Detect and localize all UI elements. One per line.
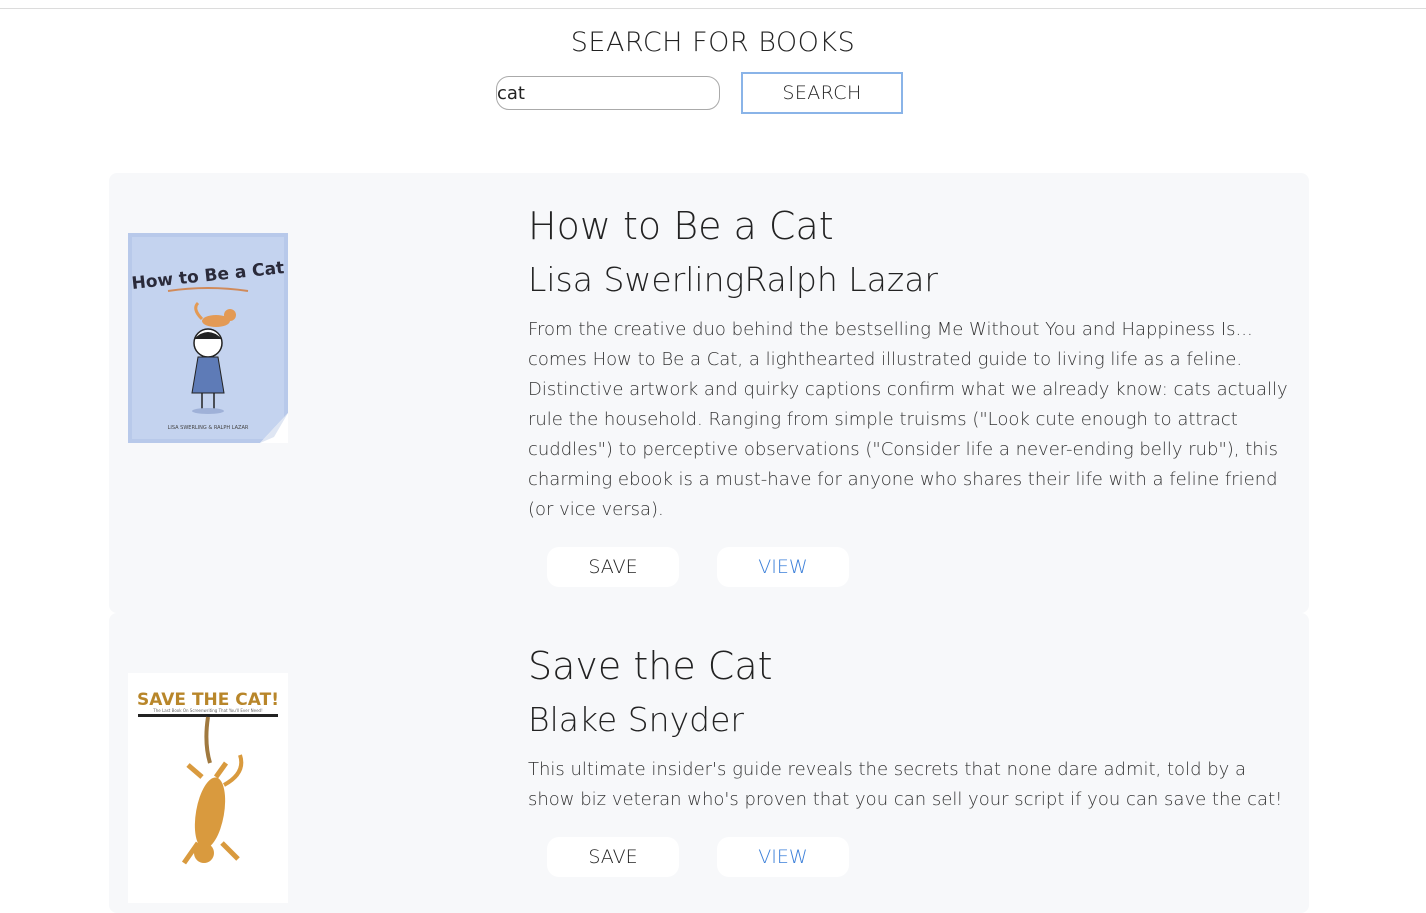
cover-caption: LISA SWERLING & RALPH LAZAR — [168, 425, 249, 431]
save-button[interactable]: SAVE — [547, 547, 679, 587]
view-button[interactable]: VIEW — [717, 547, 849, 587]
book-card: SAVE THE CAT! The Last Book On Screenwri… — [109, 613, 1309, 913]
book-authors: Blake Snyder — [528, 700, 744, 739]
save-button[interactable]: SAVE — [547, 837, 679, 877]
search-row: SEARCH — [0, 72, 1426, 114]
view-button[interactable]: VIEW — [717, 837, 849, 877]
book-description: From the creative duo behind the bestsel… — [528, 319, 1288, 520]
cover-illustration: SAVE THE CAT! The Last Book On Screenwri… — [128, 673, 288, 903]
book-actions: SAVE VIEW — [528, 547, 1288, 587]
book-cover-image: How to Be a Cat LISA SWERLING & RALPH LA… — [128, 233, 288, 443]
book-actions: SAVE VIEW — [528, 837, 1288, 877]
cover-title-text: SAVE THE CAT! — [137, 690, 279, 710]
search-heading: SEARCH FOR BOOKS — [570, 27, 856, 58]
book-description: This ultimate insider's guide reveals th… — [528, 759, 1283, 810]
cover-caption: The Last Book On Screenwriting That You'… — [152, 708, 262, 713]
book-title: How to Be a Cat — [528, 204, 834, 248]
book-cover-image: SAVE THE CAT! The Last Book On Screenwri… — [128, 673, 288, 903]
book-title: Save the Cat — [528, 644, 773, 688]
search-input[interactable] — [496, 76, 720, 110]
search-button[interactable]: SEARCH — [741, 72, 903, 114]
book-authors: Lisa SwerlingRalph Lazar — [528, 260, 938, 299]
book-card: How to Be a Cat LISA SWERLING & RALPH LA… — [109, 173, 1309, 613]
book-details: How to Be a Cat Lisa SwerlingRalph Lazar… — [528, 201, 1288, 587]
search-header: SEARCH FOR BOOKS SEARCH — [0, 26, 1426, 114]
book-details: Save the Cat Blake Snyder This ultimate … — [528, 641, 1288, 877]
cover-illustration: How to Be a Cat LISA SWERLING & RALPH LA… — [128, 233, 288, 443]
top-divider — [0, 8, 1426, 9]
